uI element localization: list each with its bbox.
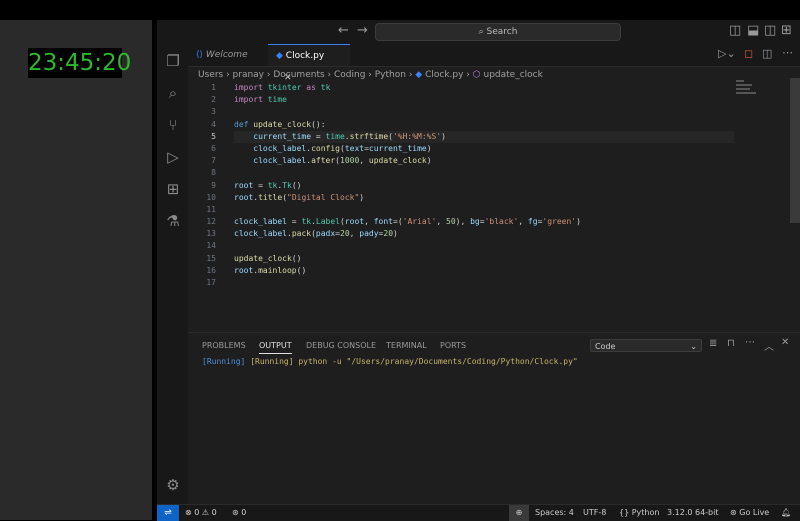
python-file-icon: ◆ xyxy=(276,51,283,61)
zoom-icon[interactable]: ⊕ xyxy=(509,505,529,521)
code-line: clock_label.after(1000, update_clock) xyxy=(253,156,432,166)
code-line: current_time = time.strftime('%H:%M:%S') xyxy=(234,130,734,143)
broadcast-icon: ⊛ xyxy=(232,508,239,517)
tab-terminal[interactable]: TERMINAL xyxy=(386,341,427,350)
tab-output[interactable]: OUTPUT xyxy=(259,341,292,354)
breadcrumb: Users › pranay › Documents › Coding › Py… xyxy=(198,70,543,80)
language-mode[interactable]: {} Python xyxy=(619,507,659,519)
source-control-icon[interactable]: ⑂ xyxy=(164,116,182,134)
line-number-gutter: 1 2 3 4 5 6 7 8 9 10 11 12 13 14 15 16 1… xyxy=(206,83,216,287)
code-line: def update_clock(): xyxy=(234,119,326,129)
bottom-panel: PROBLEMS OUTPUT DEBUG CONSOLE TERMINAL P… xyxy=(188,332,800,505)
code-line: clock_label = tk.Label(root, font=('Aria… xyxy=(234,217,581,227)
toggle-sidebar-icon[interactable]: ◫ xyxy=(729,23,741,38)
code-line: root.mainloop() xyxy=(234,265,307,275)
editor-scrollbar[interactable] xyxy=(790,78,800,223)
toggle-secondary-sidebar-icon[interactable]: ◫ xyxy=(764,23,776,38)
code-line: clock_label.pack(padx=20, pady=20) xyxy=(234,229,398,239)
settings-gear-icon[interactable]: ⚙ xyxy=(164,476,182,494)
editor-tabs: ⟨⟩ Welcome ◆ Clock.py ✕ ▷⌄ ◻ ◫ ⋯ xyxy=(188,44,800,83)
tab-clock-py[interactable]: ◆ Clock.py ✕ xyxy=(268,44,350,83)
tab-problems[interactable]: PROBLEMS xyxy=(202,341,246,350)
code-line: import tkinter as tk xyxy=(234,83,331,92)
code-line: import time xyxy=(234,95,287,105)
testing-icon[interactable]: ⚗ xyxy=(164,212,182,230)
tab-ports[interactable]: PORTS xyxy=(440,341,466,350)
forward-arrow-icon[interactable]: → xyxy=(357,23,368,38)
tab-debug-console[interactable]: DEBUG CONSOLE xyxy=(306,341,376,350)
go-live-button[interactable]: ⊛ Go Live xyxy=(730,507,769,519)
code-line: root.title("Digital Clock") xyxy=(234,192,365,202)
code-line: update_clock() xyxy=(234,253,302,263)
customize-layout-icon[interactable]: ⊞ xyxy=(781,23,792,38)
back-arrow-icon[interactable]: ← xyxy=(338,23,349,38)
tab-welcome[interactable]: ⟨⟩ Welcome xyxy=(188,44,266,66)
braces-icon: {} xyxy=(619,508,630,517)
run-debug-icon[interactable]: ▷ xyxy=(164,148,182,166)
warning-icon: ⚠ xyxy=(201,508,210,517)
problems-indicator[interactable]: ⊗ 0 ⚠ 0 xyxy=(185,507,217,519)
tk-clock-window: 23:45:20 xyxy=(0,20,152,520)
stop-icon[interactable]: ◻ xyxy=(744,47,753,60)
output-channel-select[interactable]: Code ⌄ xyxy=(590,339,702,352)
run-python-file-icon[interactable]: ▷⌄ xyxy=(718,47,736,60)
indentation-indicator[interactable]: Spaces: 4 xyxy=(535,507,574,519)
explorer-icon[interactable]: ❐ xyxy=(164,52,182,70)
output-text: [Running] [Running] python -u "/Users/pr… xyxy=(202,357,578,366)
clock-label: 23:45:20 xyxy=(28,48,132,78)
lock-scroll-icon[interactable]: ⊓ xyxy=(727,338,735,349)
python-file-icon: ◆ xyxy=(415,70,423,80)
more-actions-icon[interactable]: ⋯ xyxy=(782,46,793,59)
clear-output-icon[interactable]: ≣ xyxy=(709,338,717,349)
remote-indicator-icon[interactable]: ⇌ xyxy=(157,505,179,521)
title-bar: ← → ⌕ Search ◫ ⬓ ◫ ⊞ xyxy=(157,20,800,45)
command-search-box[interactable]: ⌕ Search xyxy=(375,23,621,41)
error-icon: ⊗ xyxy=(185,508,192,517)
close-panel-icon[interactable]: ✕ xyxy=(781,337,789,348)
notifications-bell-icon[interactable]: 🔔︎ xyxy=(781,507,791,519)
more-actions-icon[interactable]: ⋯ xyxy=(745,337,755,348)
activity-bar: ❐ ⌕ ⑂ ▷ ⊞ ⚗ ⚙ xyxy=(157,44,188,504)
toggle-panel-icon[interactable]: ⬓ xyxy=(747,23,759,38)
minimap[interactable] xyxy=(736,78,788,108)
broadcast-icon: ⊛ xyxy=(730,508,737,517)
extensions-icon[interactable]: ⊞ xyxy=(164,180,182,198)
status-bar: ⇌ ⊗ 0 ⚠ 0 ⊛ 0 ⊕ Spaces: 4 UTF-8 {} Pytho… xyxy=(157,504,800,521)
python-interpreter[interactable]: 3.12.0 64-bit xyxy=(667,507,719,519)
ports-indicator[interactable]: ⊛ 0 xyxy=(232,507,246,519)
code-editor[interactable]: import tkinter as tk import time def upd… xyxy=(234,82,734,289)
split-editor-icon[interactable]: ◫ xyxy=(762,47,772,60)
symbol-method-icon: ⬡ xyxy=(472,70,481,80)
vscode-logo-icon: ⟨⟩ xyxy=(196,50,204,60)
vscode-window: ← → ⌕ Search ◫ ⬓ ◫ ⊞ ❐ ⌕ ⑂ ▷ ⊞ ⚗ ⚙ ⟨⟩ We… xyxy=(157,20,800,521)
code-line: clock_label.config(text=current_time) xyxy=(253,143,432,153)
chevron-down-icon: ⌄ xyxy=(690,342,697,351)
encoding-indicator[interactable]: UTF-8 xyxy=(583,507,606,519)
search-view-icon[interactable]: ⌕ xyxy=(164,84,182,102)
maximize-panel-icon[interactable]: ︿ xyxy=(764,338,774,353)
code-line: root = tk.Tk() xyxy=(234,180,302,190)
